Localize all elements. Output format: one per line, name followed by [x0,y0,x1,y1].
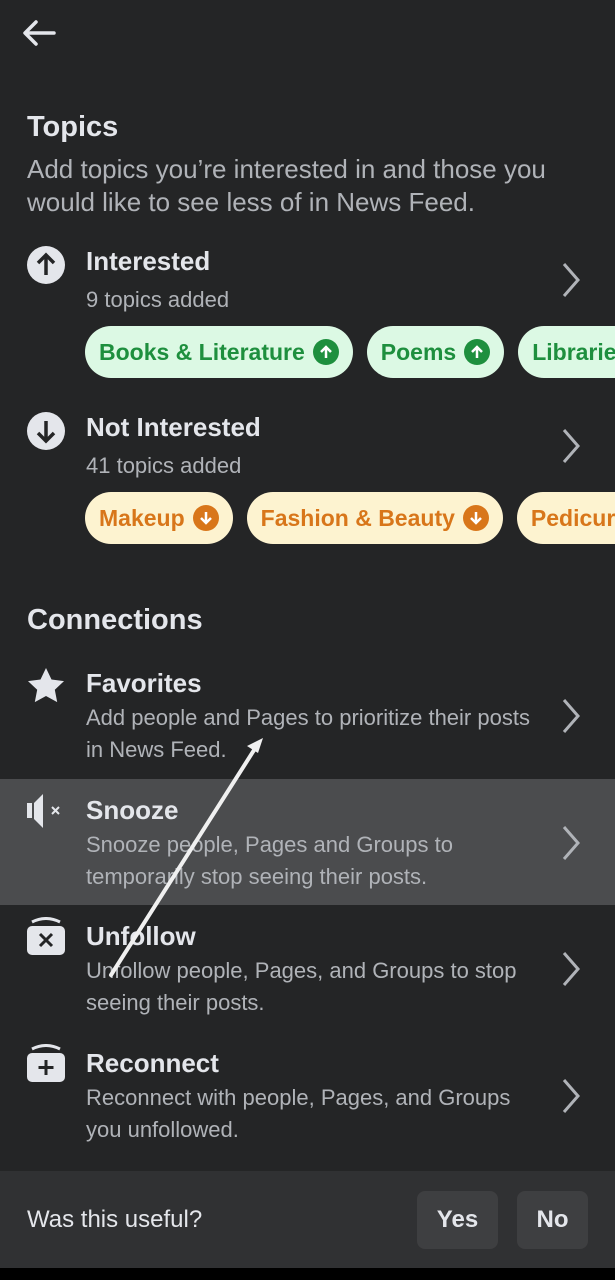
chevron-right-icon [562,429,580,463]
chevron-right-icon [562,1079,580,1113]
arrow-up-circle-icon [27,246,65,284]
reconnect-label: Reconnect [86,1048,219,1078]
topic-chip[interactable]: Books & Literature [85,326,353,378]
unfollow-label: Unfollow [86,921,196,951]
feedback-question: Was this useful? [27,1206,203,1233]
arrow-down-icon [462,505,489,531]
not-interested-row[interactable]: Not Interested 41 topics added [0,412,615,478]
favorites-label: Favorites [86,668,202,698]
topics-heading: Topics [27,111,119,143]
not-interested-chips: Makeup Fashion & Beauty Pedicure [85,492,615,544]
no-button[interactable]: No [517,1191,588,1249]
not-interested-count: 41 topics added [86,453,242,478]
arrow-down-icon [192,505,219,531]
chevron-right-icon [562,952,580,986]
topic-chip[interactable]: Makeup [85,492,233,544]
favorites-row[interactable]: Favorites Add people and Pages to priori… [0,652,615,779]
chevron-right-icon [562,263,580,297]
star-icon [28,668,64,703]
arrow-up-icon [464,339,491,365]
arrow-up-icon [312,339,339,365]
box-plus-icon [27,1044,65,1082]
favorites-description: Add people and Pages to prioritize their… [86,705,530,762]
arrow-down-circle-icon [27,412,65,450]
muted-speaker-icon [27,794,60,828]
topic-chip[interactable]: Libraries [518,326,615,378]
back-arrow-icon[interactable] [18,14,58,54]
snooze-label: Snooze [86,795,179,825]
topic-chip[interactable]: Fashion & Beauty [246,492,503,544]
topic-chip[interactable]: Pedicure [516,492,615,544]
interested-chips: Books & Literature Poems Libraries [85,326,615,378]
system-nav-bar [0,1268,615,1280]
snooze-row[interactable]: Snooze Snooze people, Pages and Groups t… [0,779,615,905]
connections-heading: Connections [27,604,203,636]
reconnect-description: Reconnect with people, Pages, and Groups… [86,1085,511,1142]
chevron-right-icon [562,699,580,733]
yes-button[interactable]: Yes [417,1191,498,1249]
box-x-icon [27,917,65,955]
feedback-bar: Was this useful? Yes No [0,1171,615,1268]
interested-label: Interested [86,246,211,276]
interested-row[interactable]: Interested 9 topics added [0,246,615,312]
reconnect-row[interactable]: Reconnect Reconnect with people, Pages, … [0,1032,615,1159]
interested-count: 9 topics added [86,287,230,312]
not-interested-label: Not Interested [86,412,261,442]
topic-chip[interactable]: Poems [366,326,505,378]
unfollow-description: Unfollow people, Pages, and Groups to st… [86,958,517,1015]
unfollow-row[interactable]: Unfollow Unfollow people, Pages, and Gro… [0,905,615,1032]
topics-subtitle: Add topics you’re interested in and thos… [27,154,546,217]
snooze-description: Snooze people, Pages and Groups to tempo… [86,832,453,889]
chevron-right-icon [562,826,580,860]
